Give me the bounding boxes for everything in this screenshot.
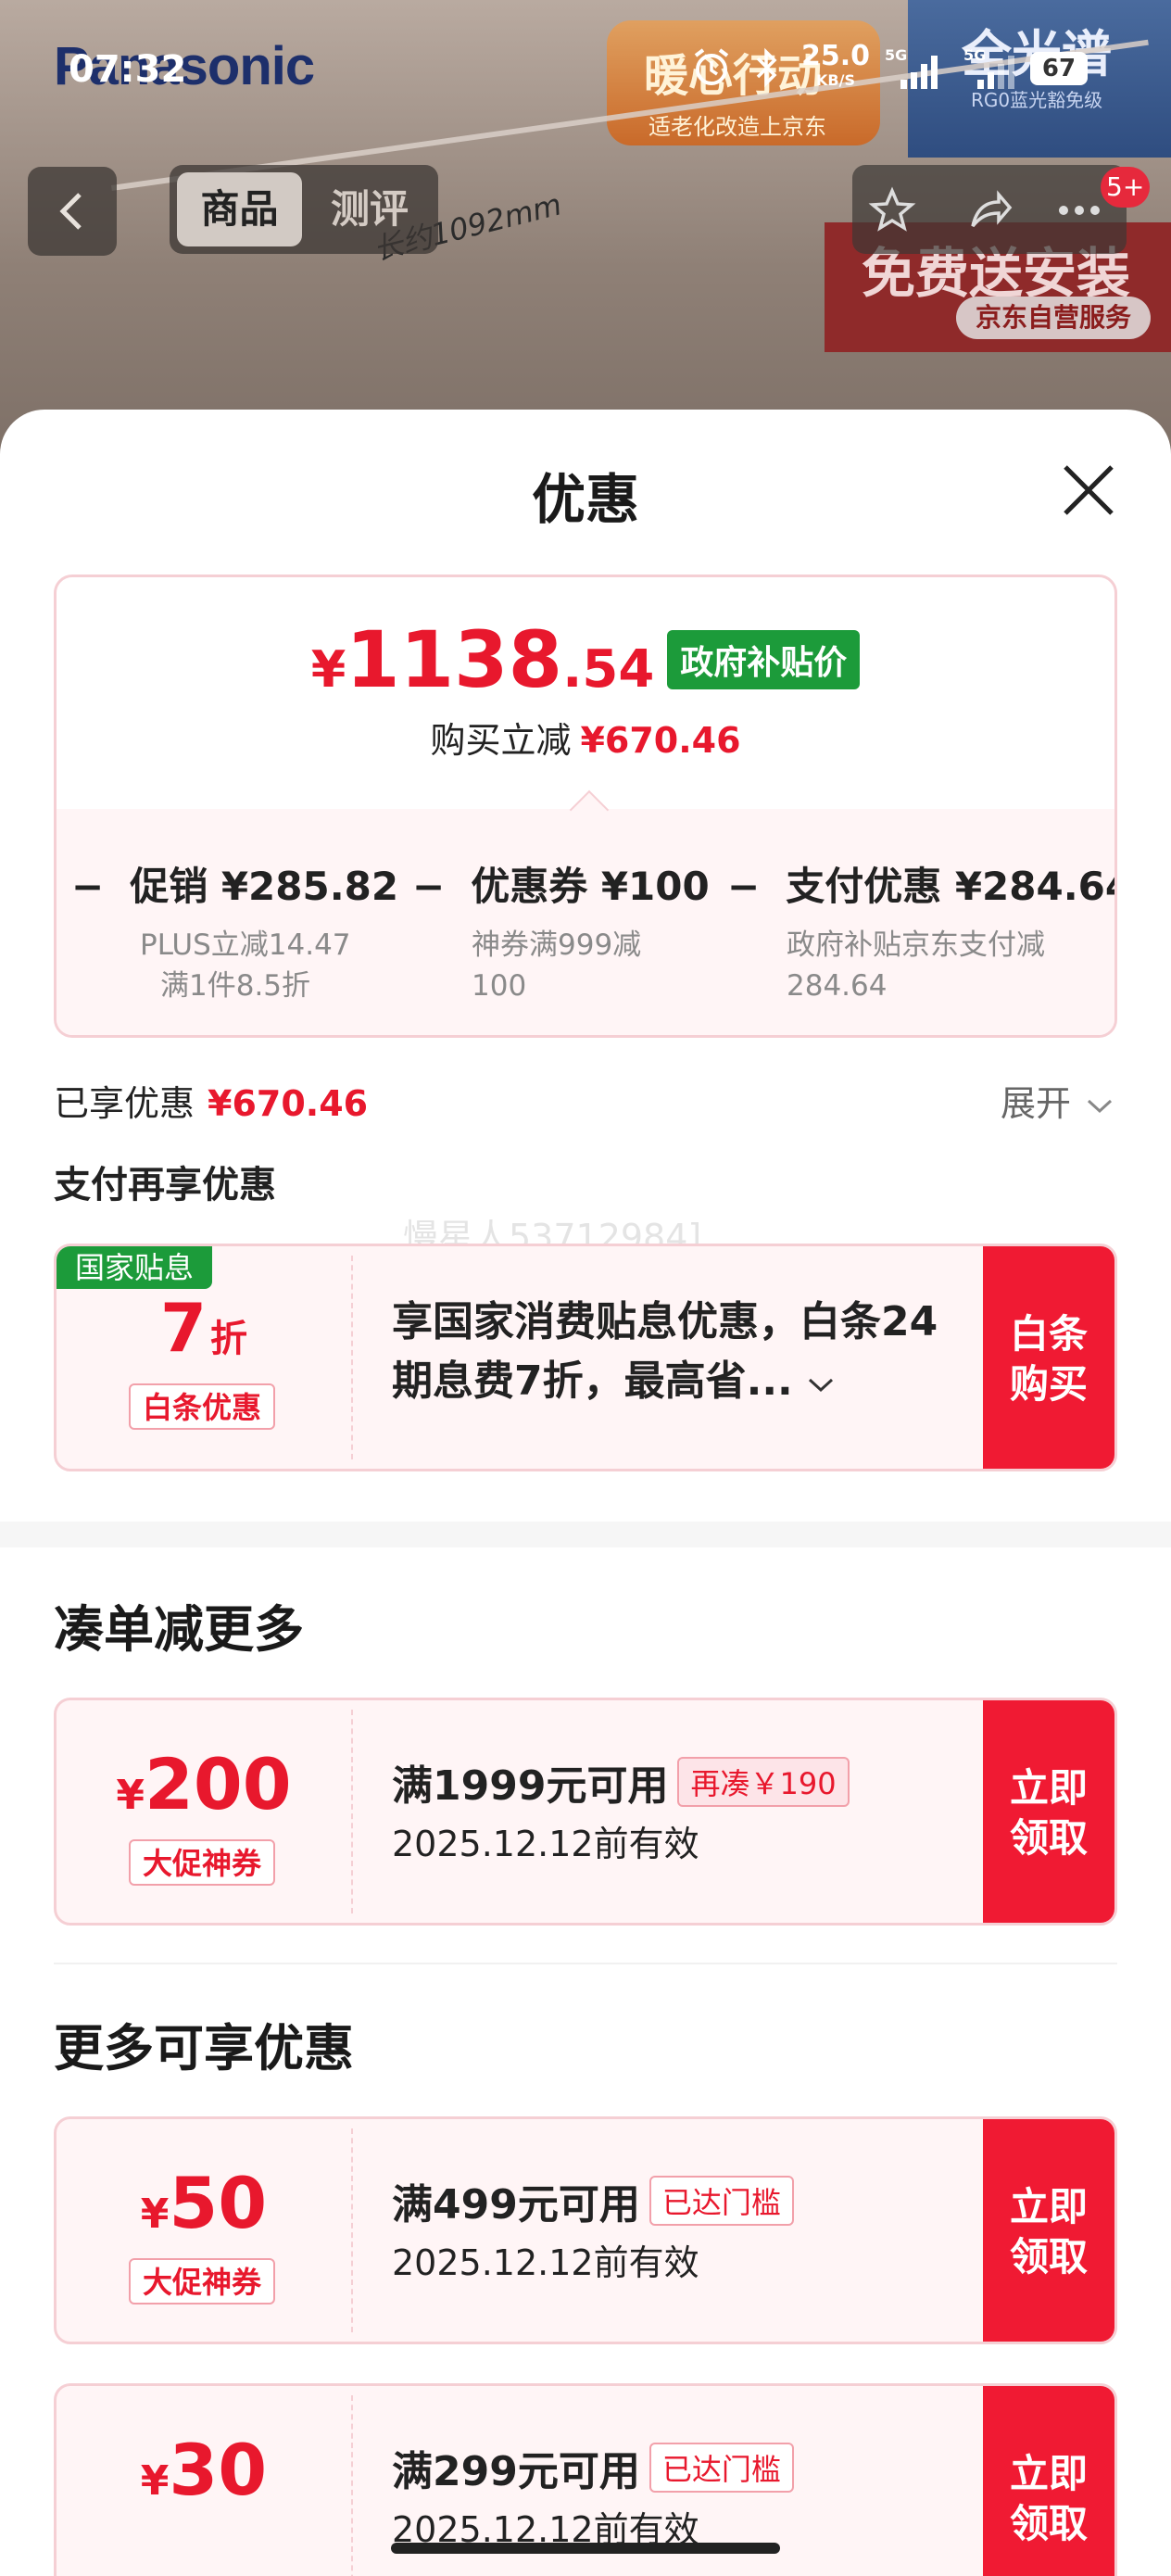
- network-speed-value: 25.0: [801, 40, 871, 72]
- claim-button[interactable]: 立即领取: [983, 1700, 1114, 1923]
- purchase-reduction: 购买立减 ¥670.46: [57, 712, 1114, 763]
- coupon-value: 50: [169, 2162, 268, 2244]
- coupon-tag: 大促神券: [129, 2258, 275, 2305]
- discount-sheet: 优惠 ¥1138.54 政府补贴价 购买立减 ¥670.46 − 促销 ¥285.82…: [0, 410, 1171, 2576]
- saved-label: 已享优惠: [54, 1083, 195, 1124]
- price-currency: ¥: [310, 640, 346, 699]
- coupon-condition-text: 满1999元可用: [392, 1762, 669, 1810]
- segment-detail: 100: [472, 969, 527, 1003]
- nav-actions: [852, 165, 1127, 254]
- status-bar: 07:32 25.0 KB/S 5G 5G 67: [0, 0, 1171, 139]
- payment-segment: − 支付优惠 ¥284.64 政府补贴京东支付减 284.64: [727, 855, 1117, 1006]
- minus-sign: −: [412, 864, 446, 909]
- battery-indicator: 67: [1030, 52, 1088, 85]
- chevron-down-icon: [1088, 1099, 1113, 1114]
- segment-detail: 满1件8.5折: [160, 969, 311, 1003]
- price-summary: ¥1138.54 政府补贴价 购买立减 ¥670.46 − 促销 ¥285.82 PL…: [54, 575, 1117, 1038]
- star-icon[interactable]: [867, 185, 917, 235]
- discount-unit: 折: [210, 1318, 248, 1360]
- baitiao-card: 国家贴息 7折 白条优惠 享国家消费贴息优惠，白条24期息费7折，最高省... …: [54, 1244, 1117, 1471]
- coupon-condition-text: 满499元可用: [392, 2181, 640, 2229]
- coupon-expiry: 2025.12.12前有效: [392, 2242, 699, 2283]
- coupon-expiry: 2025.12.12前有效: [392, 1824, 699, 1864]
- sheet-title: 优惠: [531, 468, 639, 531]
- coupon-card: ¥200 大促神券 满1999元可用 再凑￥190 2025.12.12前有效 立…: [54, 1698, 1117, 1926]
- segment-detail: 神券满999减: [472, 928, 642, 962]
- alarm-icon: [694, 48, 729, 85]
- reduction-amount: ¥670.46: [580, 720, 741, 761]
- coupon-tag: 大促神券: [129, 1839, 275, 1886]
- message-badge: 5+: [1101, 167, 1151, 208]
- chevron-left-icon: [59, 193, 82, 230]
- claim-button[interactable]: 立即领取: [983, 2386, 1114, 2576]
- coupon-currency: ¥: [140, 2457, 170, 2505]
- price-decimal: .54: [562, 639, 655, 700]
- network-speed: 25.0 KB/S: [801, 40, 871, 93]
- baitiao-buy-button[interactable]: 白条购买: [983, 1246, 1114, 1469]
- section-separator: [0, 1522, 1171, 1547]
- coupon-gap-tag: 再凑￥190: [677, 1757, 850, 1807]
- expand-label: 展开: [1001, 1083, 1072, 1124]
- section-title-more: 凑单减更多: [54, 1600, 304, 1659]
- coupon-currency: ¥: [116, 1772, 145, 1819]
- coupon-amount: ¥30: [57, 2429, 351, 2511]
- segment-title: 支付优惠 ¥284.64: [786, 864, 1117, 909]
- coupon-card: ¥50 大促神券 满499元可用 已达门槛 2025.12.12前有效 立即领取: [54, 2116, 1117, 2344]
- minus-sign: −: [71, 864, 105, 909]
- coupon-value: 200: [144, 1743, 292, 1825]
- baitiao-description[interactable]: 享国家消费贴息优惠，白条24期息费7折，最高省...: [392, 1293, 966, 1411]
- baitiao-text: 享国家消费贴息优惠，白条24期息费7折，最高省...: [392, 1298, 938, 1405]
- segment-detail: PLUS立减14.47: [140, 928, 351, 962]
- coupon-condition-text: 满299元可用: [392, 2448, 640, 2495]
- coupon-currency: ¥: [140, 2191, 170, 2238]
- coupon-threshold-tag: 已达门槛: [648, 2176, 794, 2226]
- signal-icon: [977, 52, 1024, 89]
- segment-detail: 政府补贴京东支付减: [787, 928, 1045, 962]
- tab-product[interactable]: 商品: [177, 172, 302, 246]
- minus-sign: −: [727, 864, 761, 909]
- expand-button[interactable]: 展开: [1001, 1075, 1114, 1126]
- section-title-extra: 更多可享优惠: [54, 2019, 354, 2077]
- saved-discount: 已享优惠 ¥670.46: [54, 1075, 368, 1126]
- baitiao-tag: 白条优惠: [129, 1383, 275, 1430]
- final-price: ¥1138.54 政府补贴价: [57, 614, 1114, 705]
- install-banner-tag: 京东自营服务: [956, 297, 1151, 339]
- more-icon[interactable]: [1054, 185, 1104, 235]
- segment-title: 促销 ¥285.82: [130, 864, 399, 909]
- home-indicator[interactable]: [391, 2543, 780, 2554]
- coupon-threshold-tag: 已达门槛: [648, 2443, 794, 2493]
- coupon-amount: ¥200: [57, 1743, 351, 1825]
- price-integer: 1138: [346, 614, 563, 705]
- pay-again-title: 支付再享优惠: [54, 1164, 276, 1206]
- segment-detail: 284.64: [787, 969, 888, 1003]
- back-button[interactable]: [28, 167, 117, 256]
- chevron-down-icon: [809, 1378, 834, 1393]
- close-icon[interactable]: [1060, 461, 1117, 519]
- reduction-label: 购买立减: [430, 720, 572, 761]
- tab-review[interactable]: 测评: [308, 172, 431, 246]
- saved-amount: ¥670.46: [208, 1083, 369, 1124]
- discount-number: 7: [159, 1289, 208, 1367]
- gov-interest-ribbon: 国家贴息: [57, 1246, 212, 1289]
- promo-segment: − 促销 ¥285.82 PLUS立减14.47 满1件8.5折: [71, 855, 398, 1006]
- coupon-condition: 满1999元可用 再凑￥190: [392, 1752, 850, 1812]
- segment-title: 优惠券 ¥100: [471, 864, 710, 909]
- share-icon[interactable]: [963, 185, 1014, 235]
- page-tabs: 商品 测评: [170, 165, 438, 254]
- claim-button[interactable]: 立即领取: [983, 2119, 1114, 2342]
- signal-icon: [900, 52, 947, 89]
- coupon-value: 30: [169, 2429, 268, 2511]
- coupon-amount: ¥50: [57, 2162, 351, 2244]
- coupon-condition: 满499元可用 已达门槛: [392, 2171, 794, 2230]
- coupon-condition: 满299元可用 已达门槛: [392, 2438, 794, 2497]
- baitiao-discount: 7折: [57, 1289, 351, 1367]
- coupon-segment: − 优惠券 ¥100 神券满999减 100: [412, 855, 710, 1006]
- status-time: 07:32: [69, 48, 187, 91]
- gov-subsidy-tag: 政府补贴价: [667, 630, 861, 689]
- bluetooth-icon: [756, 47, 777, 88]
